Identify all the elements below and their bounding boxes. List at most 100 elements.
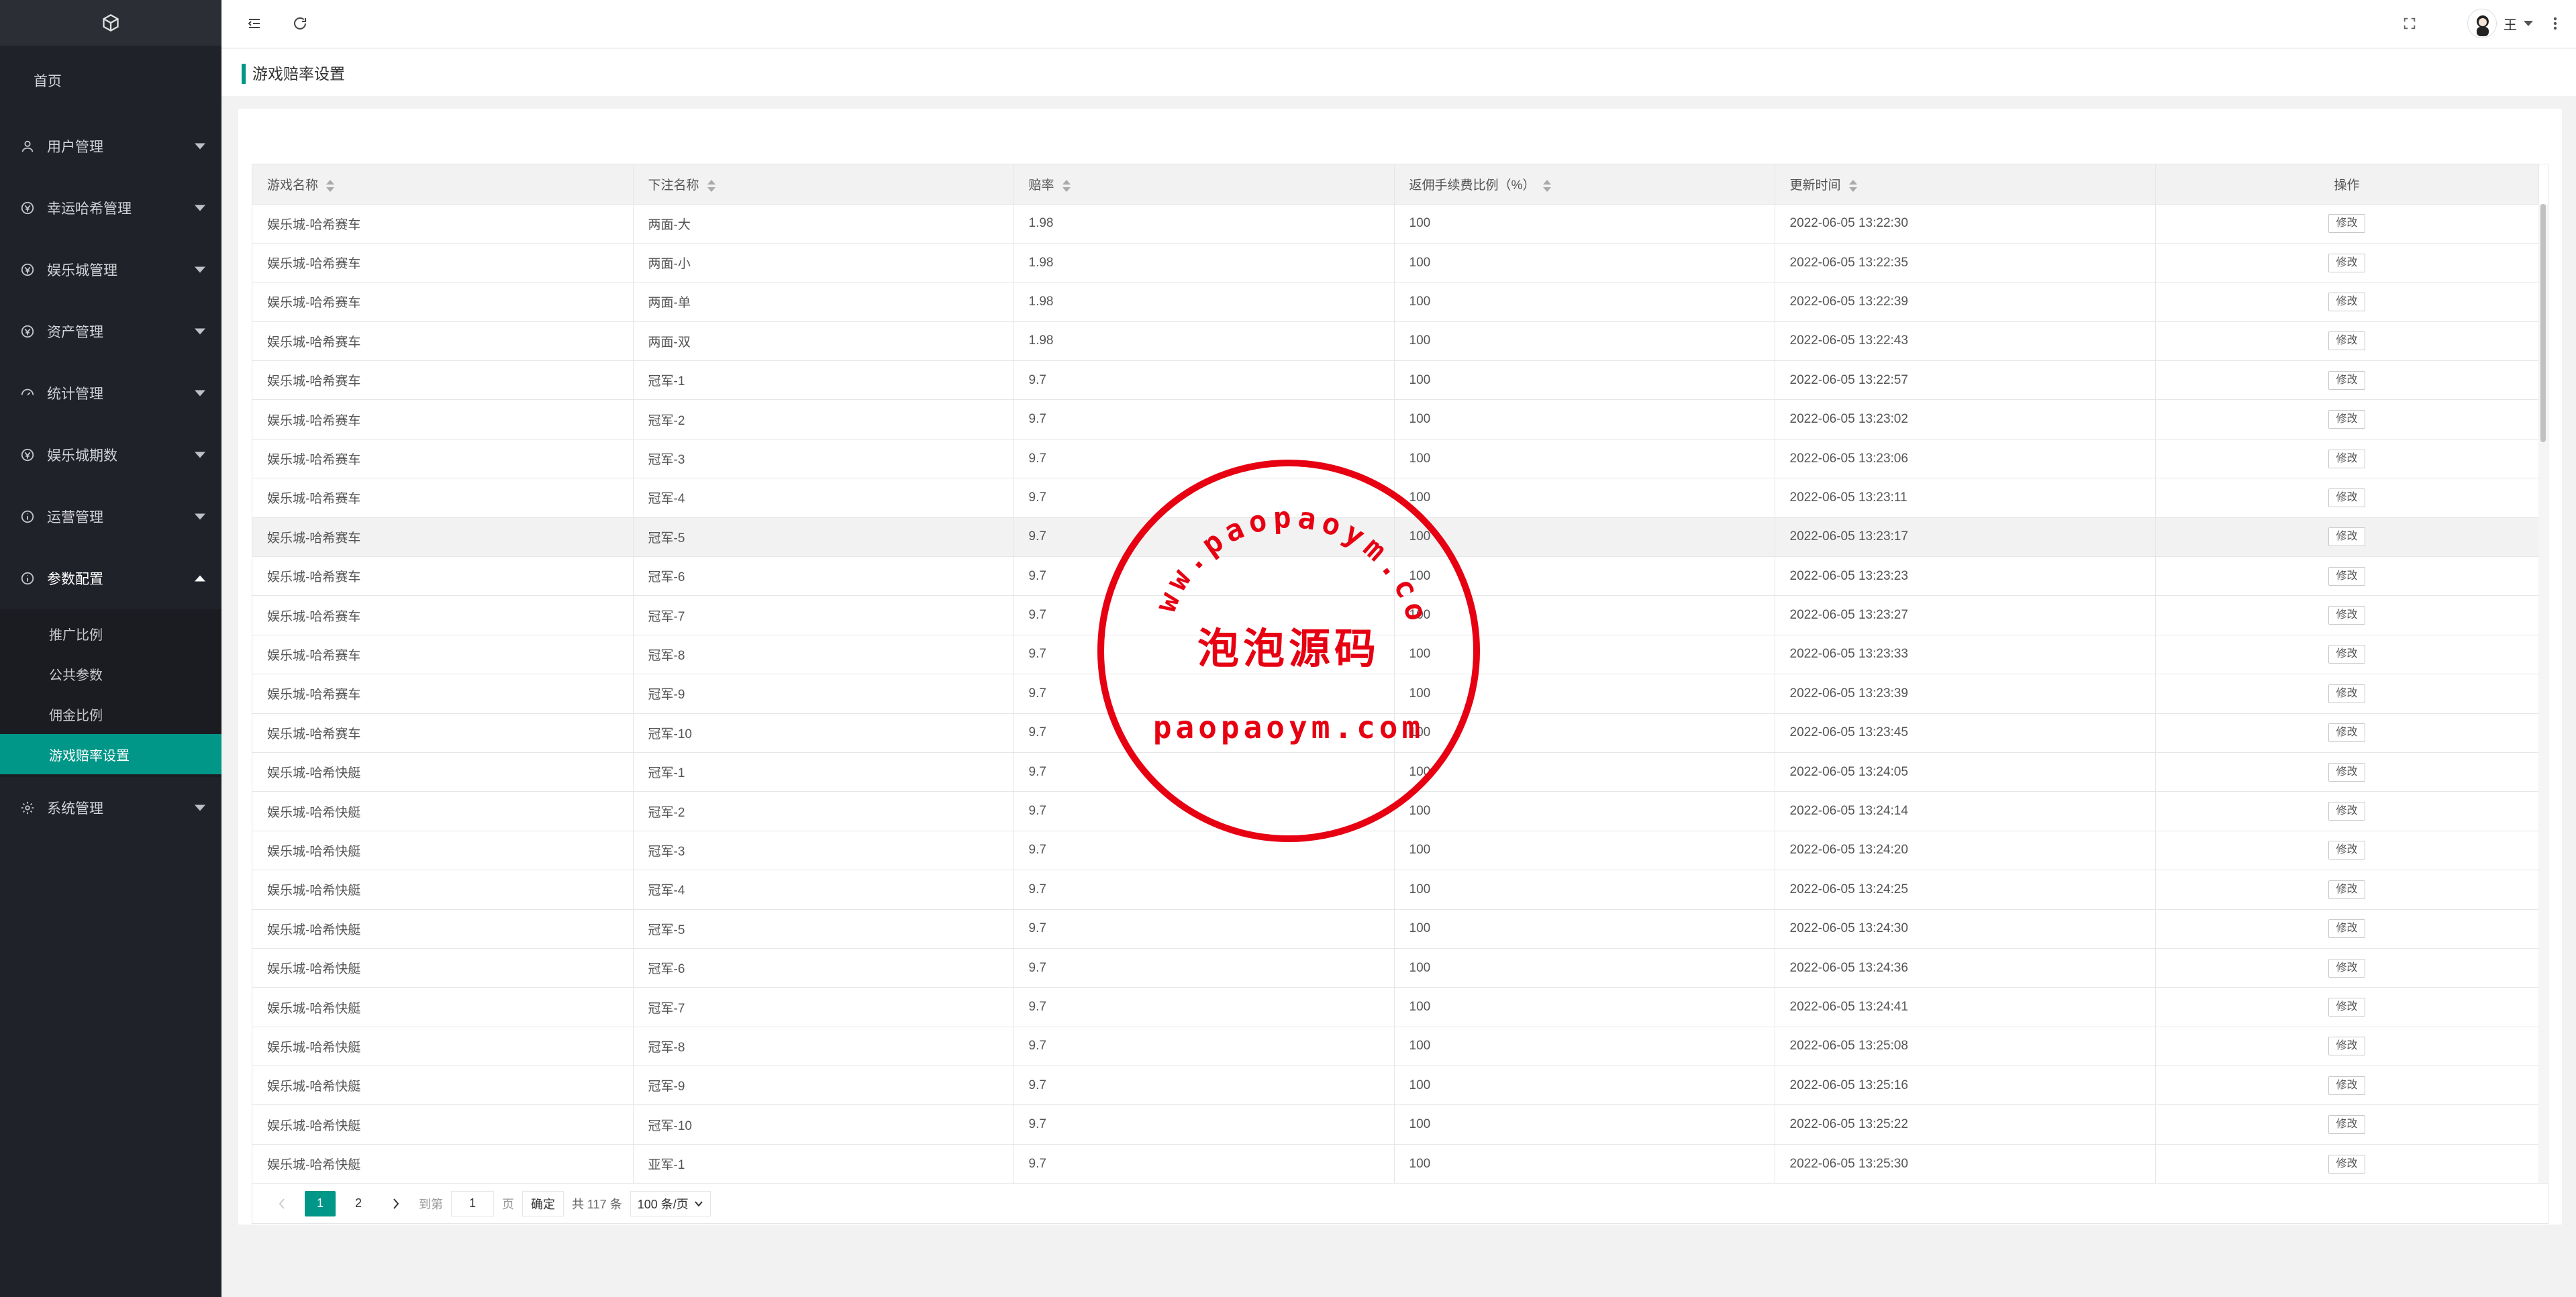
sidebar-item-label: 系统管理 [47, 801, 103, 817]
edit-button[interactable]: 修改 [2328, 449, 2365, 468]
edit-button[interactable]: 修改 [2328, 762, 2365, 782]
column-header-updated[interactable]: 更新时间 [1775, 164, 2156, 204]
table-cell: 娱乐城-哈希快艇 [252, 1066, 634, 1105]
edit-button[interactable]: 修改 [2328, 292, 2365, 311]
edit-button[interactable]: 修改 [2328, 841, 2365, 860]
column-header-rebate[interactable]: 返佣手续费比例（%） [1394, 164, 1775, 204]
edit-button[interactable]: 修改 [2328, 566, 2365, 586]
user-icon [20, 139, 35, 154]
submenu-item-1[interactable]: 公共参数 [0, 654, 221, 694]
sidebar-item-2[interactable]: 娱乐城管理 [0, 239, 221, 301]
edit-button[interactable]: 修改 [2328, 958, 2365, 978]
table-cell-actions: 修改 [2155, 282, 2539, 322]
table-cell: 9.7 [1013, 360, 1395, 400]
sidebar-item-5[interactable]: 娱乐城期数 [0, 424, 221, 486]
table-scrollbar[interactable] [2538, 204, 2548, 1183]
edit-button[interactable]: 修改 [2328, 998, 2365, 1017]
user-menu[interactable]: 王 [2467, 8, 2533, 39]
table-cell: 冠军-6 [633, 947, 1014, 988]
submenu-item-0[interactable]: 推广比例 [0, 613, 221, 654]
sort-icon[interactable] [1062, 179, 1071, 192]
table-cell: 娱乐城-哈希快艇 [252, 870, 634, 910]
page-size-select[interactable]: 100 条/页 [630, 1190, 711, 1216]
table-cell: 娱乐城-哈希赛车 [252, 517, 634, 557]
table-row: 娱乐城-哈希赛车 两面-双 1.98 100 2022-06-05 13:22:43 修改 [252, 321, 2539, 361]
table-row: 娱乐城-哈希赛车 冠军-1 9.7 100 2022-06-05 13:22:57 修改 [252, 360, 2539, 400]
sort-icon[interactable] [1543, 179, 1552, 192]
column-header-game[interactable]: 游戏名称 [252, 164, 634, 204]
sidebar: 首页 用户管理 幸运哈希管理 娱乐城管理 资产管理 统计管理 娱乐城期数 运营管理 参数配置 … [0, 0, 221, 1297]
table-cell: 娱乐城-哈希赛车 [252, 282, 634, 322]
edit-button[interactable]: 修改 [2328, 214, 2365, 234]
edit-button[interactable]: 修改 [2328, 802, 2365, 821]
edit-button[interactable]: 修改 [2328, 880, 2365, 899]
edit-button[interactable]: 修改 [2328, 1154, 2365, 1174]
column-header-bet[interactable]: 下注名称 [633, 164, 1014, 204]
sidebar-item-6[interactable]: 运营管理 [0, 486, 221, 548]
logo[interactable] [0, 0, 221, 46]
table-cell: 2022-06-05 13:25:16 [1775, 1066, 2156, 1105]
column-header-odds[interactable]: 赔率 [1013, 164, 1395, 204]
table-cell: 冠军-3 [633, 438, 1014, 478]
sort-icon[interactable] [707, 179, 715, 192]
sidebar-item-7[interactable]: 参数配置 [0, 548, 221, 609]
table-cell: 2022-06-05 13:23:39 [1775, 674, 2156, 714]
table-cell: 100 [1394, 399, 1775, 439]
edit-button[interactable]: 修改 [2328, 723, 2365, 743]
avatar [2467, 9, 2497, 38]
edit-button[interactable]: 修改 [2328, 645, 2365, 664]
edit-button[interactable]: 修改 [2328, 331, 2365, 351]
page-button-2[interactable]: 2 [344, 1191, 373, 1216]
sidebar-item-label: 资产管理 [47, 325, 103, 340]
coin-icon [20, 448, 35, 462]
page-button-1[interactable]: 1 [305, 1190, 336, 1216]
goto-confirm-button[interactable]: 确定 [522, 1190, 564, 1216]
scrollbar-thumb[interactable] [2540, 204, 2546, 442]
edit-button[interactable]: 修改 [2328, 1076, 2365, 1095]
sidebar-item-3[interactable]: 资产管理 [0, 301, 221, 362]
sidebar-item-system[interactable]: 系统管理 [0, 777, 221, 839]
fullscreen-icon[interactable] [2398, 12, 2421, 35]
table-cell: 娱乐城-哈希快艇 [252, 909, 634, 949]
submenu-item-2[interactable]: 佣金比例 [0, 694, 221, 734]
table-cell-actions: 修改 [2155, 634, 2539, 674]
edit-button[interactable]: 修改 [2328, 410, 2365, 429]
coin-icon [20, 201, 35, 215]
page-unit-label: 页 [502, 1197, 514, 1211]
edit-button[interactable]: 修改 [2328, 370, 2365, 390]
sort-icon[interactable] [1848, 179, 1857, 192]
table-cell: 100 [1394, 282, 1775, 322]
sidebar-item-0[interactable]: 用户管理 [0, 115, 221, 177]
table-cell-actions: 修改 [2155, 751, 2539, 792]
sidebar-item-label: 首页 [34, 74, 62, 89]
sidebar-item-4[interactable]: 统计管理 [0, 362, 221, 424]
sidebar-item-label: 娱乐城期数 [47, 448, 117, 464]
chevron-down-icon [195, 205, 205, 211]
edit-button[interactable]: 修改 [2328, 527, 2365, 547]
sidebar-item-home[interactable]: 首页 [0, 46, 221, 115]
collapse-menu-icon[interactable] [243, 12, 266, 35]
more-vertical-icon[interactable] [2544, 12, 2567, 35]
edit-button[interactable]: 修改 [2328, 1037, 2365, 1056]
table-cell: 娱乐城-哈希快艇 [252, 1026, 634, 1066]
edit-button[interactable]: 修改 [2328, 684, 2365, 703]
sidebar-item-1[interactable]: 幸运哈希管理 [0, 177, 221, 239]
breadcrumb-bar: 游戏赔率设置 [221, 49, 2576, 96]
sidebar-item-label: 幸运哈希管理 [47, 201, 132, 217]
edit-button[interactable]: 修改 [2328, 919, 2365, 939]
table-cell: 100 [1394, 909, 1775, 949]
edit-button[interactable]: 修改 [2328, 253, 2365, 272]
submenu-item-3[interactable]: 游戏赔率设置 [0, 734, 221, 774]
next-page-icon[interactable] [381, 1191, 411, 1216]
edit-button[interactable]: 修改 [2328, 606, 2365, 625]
prev-page-icon[interactable] [267, 1191, 297, 1216]
sort-icon[interactable] [326, 179, 335, 192]
table-cell: 2022-06-05 13:23:27 [1775, 595, 2156, 635]
edit-button[interactable]: 修改 [2328, 488, 2365, 507]
refresh-icon[interactable] [289, 12, 311, 35]
table-cell: 100 [1394, 242, 1775, 282]
goto-page-input[interactable] [451, 1190, 494, 1216]
table-cell: 娱乐城-哈希赛车 [252, 634, 634, 674]
edit-button[interactable]: 修改 [2328, 1115, 2365, 1135]
table-cell-actions: 修改 [2155, 1104, 2539, 1145]
